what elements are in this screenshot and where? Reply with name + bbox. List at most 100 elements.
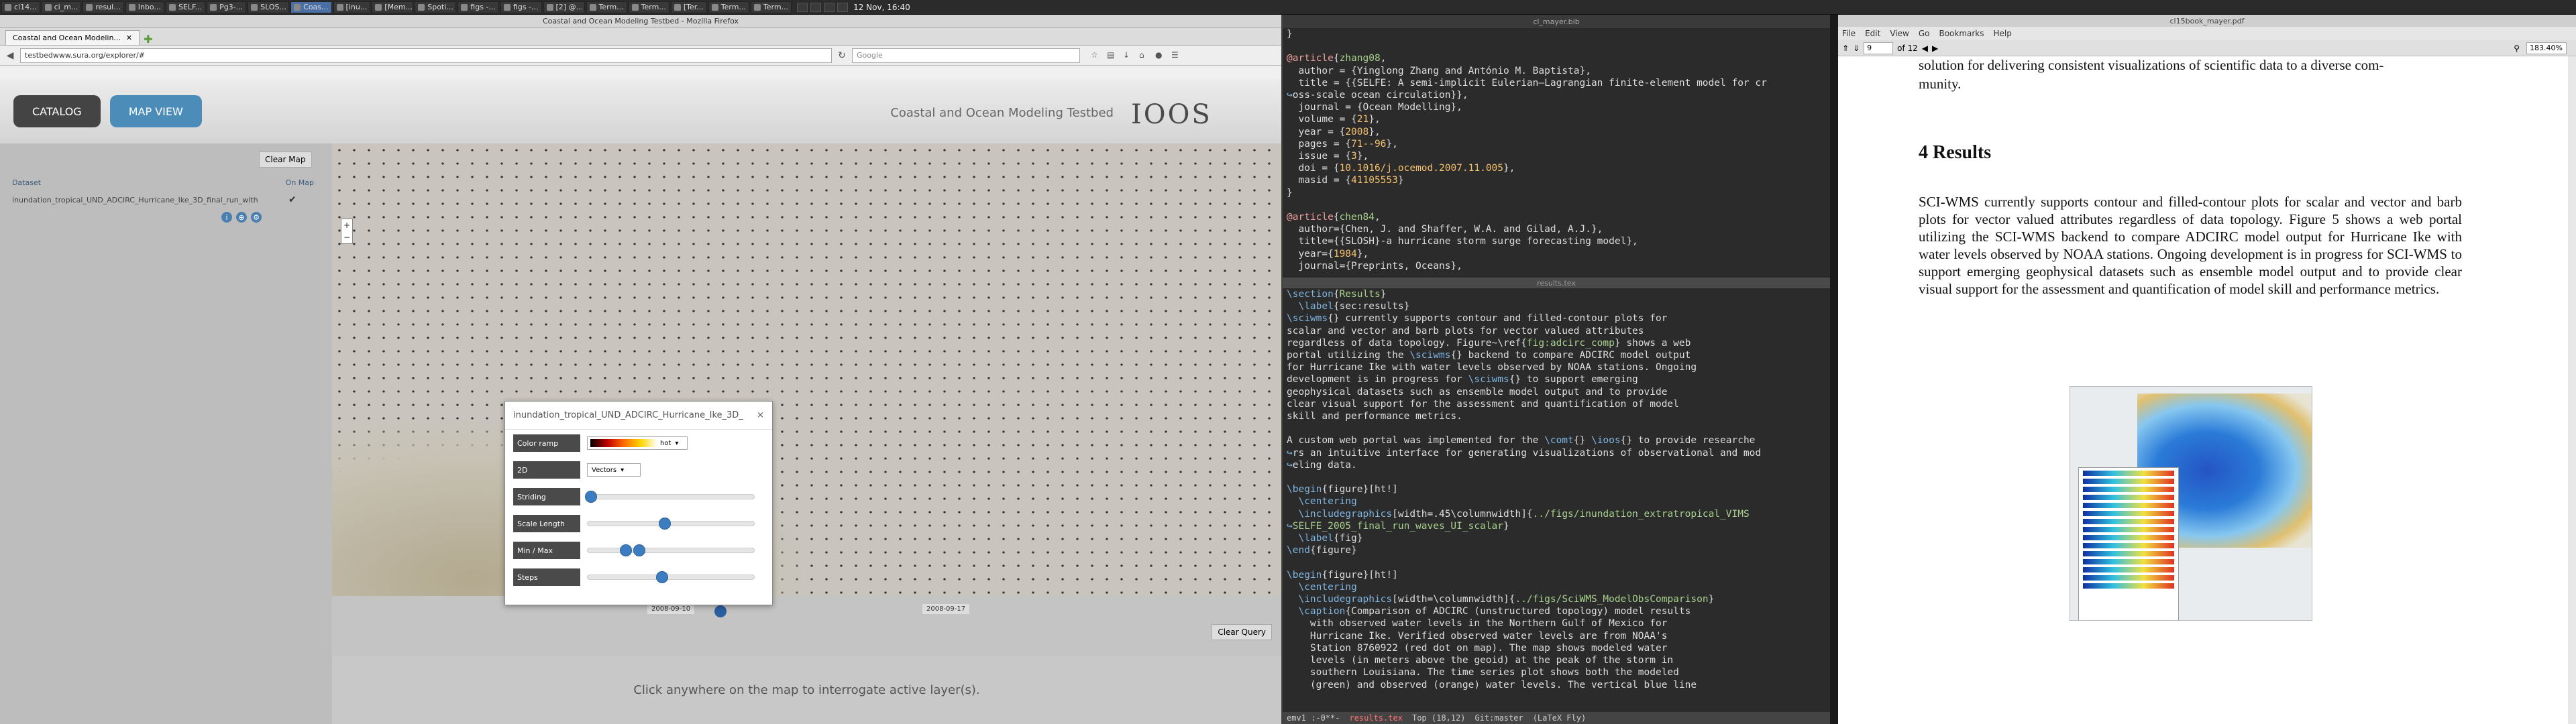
url-text: testbedwww.sura.org/explorer/#	[25, 51, 145, 60]
taskbar-task[interactable]: cl14...	[1, 1, 40, 13]
new-tab-icon[interactable]: ✚	[144, 33, 156, 46]
tray-icon[interactable]	[810, 2, 822, 12]
tray-icon[interactable]	[797, 2, 808, 12]
taskbar-task[interactable]: figs -...	[500, 1, 542, 13]
addon-icon[interactable]: ●	[1155, 50, 1166, 61]
striding-slider[interactable]	[585, 491, 755, 503]
slider-knob[interactable]	[659, 518, 671, 530]
download-icon[interactable]: ↓	[1123, 50, 1134, 61]
menu-item-help[interactable]: Help	[1994, 29, 2012, 38]
onmap-check-icon[interactable]: ✔	[288, 194, 297, 205]
timeline-handle[interactable]	[714, 605, 727, 617]
taskbar-task[interactable]: Term...	[586, 1, 627, 13]
reading-list-icon[interactable]: ▤	[1107, 50, 1118, 61]
taskbar-task[interactable]: Pg3-...	[207, 1, 247, 13]
dataset-row[interactable]: inundation_tropical_UND_ADCIRC_Hurricane…	[12, 196, 314, 204]
min-knob[interactable]	[620, 544, 632, 556]
colorbar-option	[2083, 559, 2174, 564]
colorbar-option	[2083, 567, 2174, 572]
ioos-logo: IOOS	[1131, 99, 1212, 130]
zoom-in-icon[interactable]: +	[343, 221, 350, 230]
home-icon[interactable]: ⌂	[1139, 50, 1150, 61]
tray-icon[interactable]	[824, 2, 835, 12]
taskbar-task[interactable]: Term...	[628, 1, 669, 13]
back-icon[interactable]: ◀	[4, 50, 16, 62]
taskbar-task[interactable]: SLOS...	[248, 1, 290, 13]
close-icon[interactable]: ×	[757, 410, 764, 420]
menu-icon[interactable]: ☰	[1171, 50, 1182, 61]
color-ramp-value: hot	[660, 439, 672, 447]
menu-item-view[interactable]: View	[1890, 29, 1909, 38]
taskbar-task[interactable]: figs -...	[458, 1, 499, 13]
pdf-window-title: cl15book_mayer.pdf	[1838, 15, 2576, 27]
scale-slider[interactable]	[587, 518, 755, 530]
emacs-bottom-title: results.tex	[1283, 278, 1830, 288]
taskbar-task[interactable]: Coas...	[290, 1, 332, 13]
clear-map-button[interactable]: Clear Map	[259, 152, 312, 168]
slider-knob[interactable]	[656, 571, 668, 583]
back-icon[interactable]: ◀	[1922, 44, 1928, 53]
colorbar-option	[2083, 479, 2174, 484]
forward-icon[interactable]: ▶	[1932, 44, 1938, 53]
taskbar-task[interactable]: [inu...	[333, 1, 371, 13]
taskbar-task[interactable]: [Mem...	[372, 1, 414, 13]
bookmark-star-icon[interactable]: ☆	[1091, 50, 1102, 61]
taskbar-task[interactable]: Inbo...	[125, 1, 164, 13]
taskbar-task[interactable]: Spoti...	[415, 1, 457, 13]
taskbar-task[interactable]: [Ter...	[670, 1, 707, 13]
taskbar-task[interactable]: SELF...	[165, 1, 206, 13]
steps-slider[interactable]	[587, 571, 755, 583]
catalog-button[interactable]: CATALOG	[13, 95, 101, 127]
zoom-out-icon[interactable]: −	[343, 233, 350, 242]
task-list: cl14... ci_m... resul... Inbo... SELF... Pg3-…	[0, 1, 792, 13]
info-icon[interactable]: i	[221, 212, 232, 223]
max-knob[interactable]	[633, 544, 645, 556]
tray-icon[interactable]	[837, 2, 849, 12]
task-label: Pg3-...	[219, 3, 244, 11]
map-zoom-control[interactable]: + −	[341, 219, 353, 244]
menu-item-edit[interactable]: Edit	[1865, 29, 1880, 38]
minmax-slider[interactable]	[587, 544, 755, 556]
menu-item-bookmarks[interactable]: Bookmarks	[1939, 29, 1984, 38]
color-ramp-preview	[590, 439, 657, 447]
taskbar-task[interactable]: [2] @...	[543, 1, 585, 13]
settings-icon[interactable]: ⚙	[251, 212, 262, 223]
tex-buffer[interactable]: \section{Results} \label{sec:results} \s…	[1283, 288, 1830, 712]
taskbar-task[interactable]: ci_m...	[41, 1, 82, 13]
dataset-actions: i ⊕ ⚙	[221, 212, 262, 223]
map-canvas[interactable]	[332, 143, 1281, 596]
bib-buffer[interactable]: } @article{zhang08, author = {Yinglong Z…	[1283, 28, 1830, 278]
menu-item-file[interactable]: File	[1842, 29, 1856, 38]
page-up-icon[interactable]: ⇑	[1842, 44, 1849, 53]
reload-icon[interactable]: ↻	[836, 50, 848, 62]
taskbar-task[interactable]: resul...	[83, 1, 124, 13]
url-bar[interactable]: testbedwww.sura.org/explorer/#	[20, 48, 832, 63]
page-down-icon[interactable]: ⇓	[1853, 44, 1860, 53]
layer-settings-dialog: inundation_tropical_UND_ADCIRC_Hurricane…	[504, 401, 773, 605]
emacs-modeline: emv1 :-0**- results.tex Top (18,12) Git:…	[1283, 712, 1830, 724]
search-input[interactable]: Google	[852, 48, 1080, 63]
zoom-icon[interactable]: ⚲	[2514, 44, 2520, 53]
app-icon	[294, 3, 301, 11]
app-icon	[503, 3, 511, 11]
pdf-scrollbar[interactable]	[2568, 56, 2576, 724]
tab-bar: Coastal and Ocean Modelin... ✕ ✚	[0, 28, 1281, 46]
clear-query-button[interactable]: Clear Query	[1212, 624, 1272, 640]
app-icon	[5, 3, 11, 11]
browser-tab[interactable]: Coastal and Ocean Modelin... ✕	[5, 30, 140, 45]
color-ramp-select[interactable]: hot ▾	[587, 436, 688, 450]
taskbar-task[interactable]: Term...	[750, 1, 792, 13]
colorbar-option	[2083, 543, 2174, 548]
slider-knob[interactable]	[585, 491, 597, 503]
zoom-to-icon[interactable]: ⊕	[236, 212, 247, 223]
task-label: [Mem...	[384, 3, 413, 11]
mode-select[interactable]: Vectors ▾	[587, 463, 641, 477]
close-icon[interactable]: ✕	[126, 34, 132, 42]
map-view-button[interactable]: MAP VIEW	[109, 95, 202, 127]
zoom-input[interactable]: 183.40%	[2526, 42, 2567, 54]
modeline-mode: (LaTeX Fly)	[1532, 713, 1587, 723]
taskbar-task[interactable]: Term...	[708, 1, 749, 13]
app-icon	[753, 3, 761, 11]
menu-item-go[interactable]: Go	[1919, 29, 1930, 38]
page-number-input[interactable]: 9	[1864, 42, 1894, 54]
